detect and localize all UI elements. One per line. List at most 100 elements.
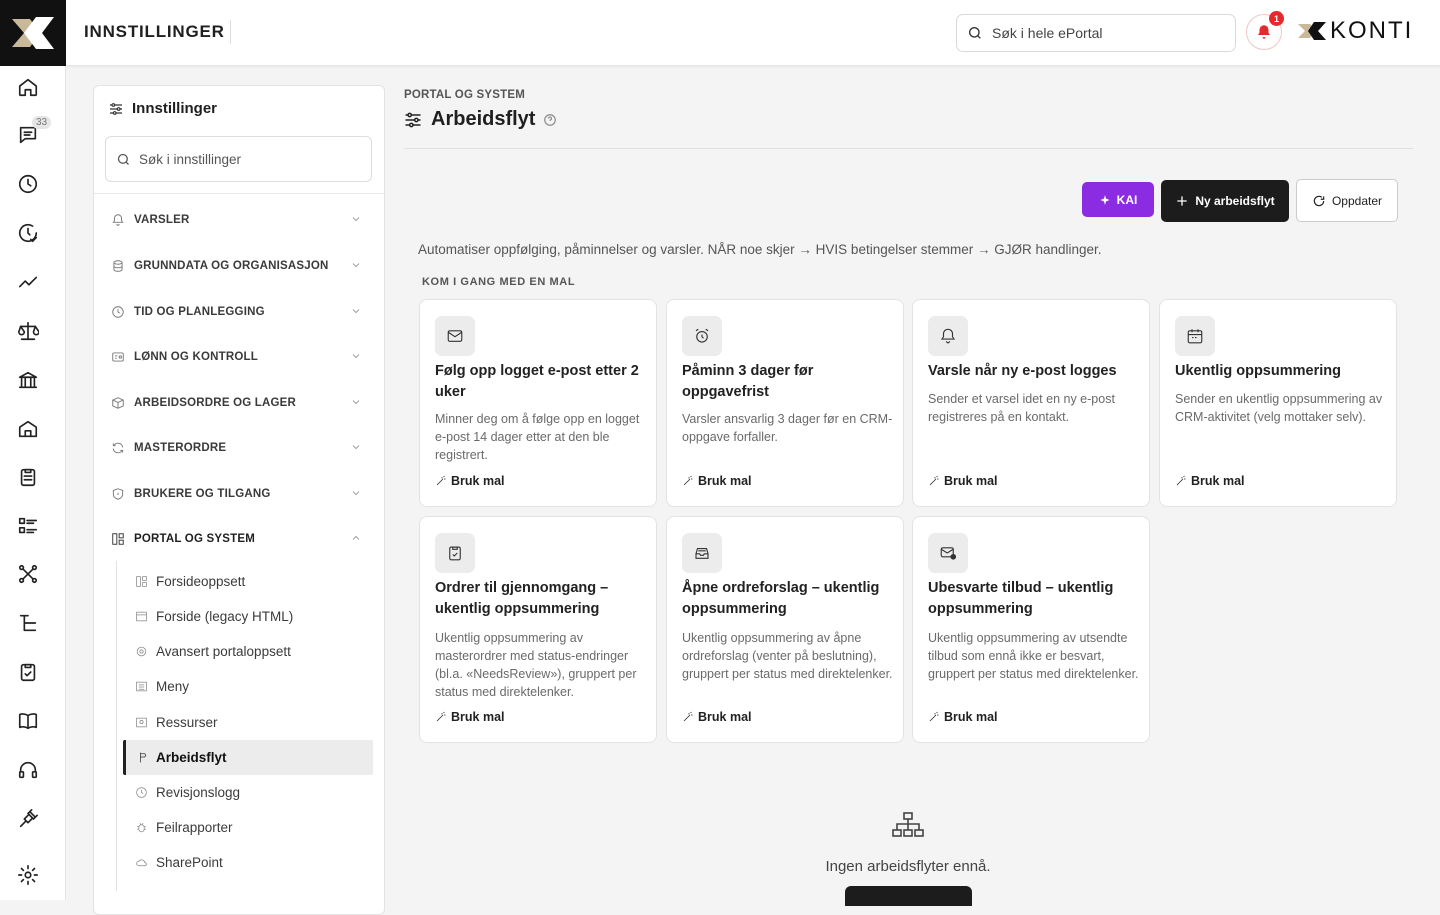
nodes-icon[interactable] bbox=[15, 561, 41, 587]
sub-item-arbeidsflyt[interactable]: Arbeidsflyt bbox=[134, 747, 227, 767]
panel-header: Innstillinger bbox=[108, 100, 217, 117]
template-description: Sender et varsel idet en ny e-post regis… bbox=[928, 392, 1115, 424]
use-template-button[interactable]: Bruk mal bbox=[928, 710, 998, 724]
magic-wand-icon bbox=[683, 711, 693, 722]
section-label: GRUNNDATA OG ORGANISASJON bbox=[134, 260, 329, 272]
header-divider bbox=[230, 20, 231, 44]
template-card[interactable]: Ukentlig oppsummering Sender en ukentlig… bbox=[1159, 299, 1397, 507]
app-logo[interactable] bbox=[0, 0, 66, 66]
template-title: Følg opp logget e-post etter 2 uker bbox=[435, 363, 639, 400]
chevron-down-icon bbox=[350, 350, 364, 364]
template-title: Åpne ordreforslag – ukentlig oppsummerin… bbox=[682, 580, 880, 617]
chevron-down-icon bbox=[350, 396, 364, 410]
magic-wand-icon bbox=[1176, 475, 1186, 486]
building-icon[interactable] bbox=[15, 416, 41, 442]
brand-name: KONTI bbox=[1330, 17, 1414, 44]
sub-item-feilrapporter[interactable]: Feilrapporter bbox=[134, 817, 233, 837]
template-card[interactable]: Åpne ordreforslag – ukentlig oppsummerin… bbox=[666, 516, 904, 743]
panel-divider bbox=[94, 193, 384, 194]
section-grunndata[interactable]: GRUNNDATA OG ORGANISASJON bbox=[110, 255, 370, 277]
use-template-label: Bruk mal bbox=[944, 710, 998, 724]
bank-icon[interactable] bbox=[15, 367, 41, 393]
new-workflow-label: Ny arbeidsflyt bbox=[1195, 194, 1275, 208]
sub-item-avansert[interactable]: Avansert portaloppsett bbox=[134, 641, 291, 661]
section-lonn[interactable]: LØNN OG KONTROLL bbox=[110, 346, 370, 368]
clock-icon[interactable] bbox=[15, 171, 41, 197]
clock-check-icon[interactable] bbox=[15, 220, 41, 246]
notification-badge: 1 bbox=[1269, 11, 1284, 26]
sub-item-meny[interactable]: Meny bbox=[134, 676, 189, 696]
section-portal[interactable]: PORTAL OG SYSTEM bbox=[110, 528, 370, 550]
section-label: TID OG PLANLEGGING bbox=[134, 306, 265, 318]
sparkle-icon bbox=[1100, 194, 1110, 205]
template-description: Ukentlig oppsummering av åpne ordreforsl… bbox=[682, 631, 893, 681]
mail-icon bbox=[435, 316, 475, 356]
use-template-button[interactable]: Bruk mal bbox=[682, 710, 752, 724]
update-button[interactable]: Oppdater bbox=[1296, 179, 1398, 222]
sub-item-forsideoppsett[interactable]: Forsideoppsett bbox=[134, 571, 245, 591]
template-card[interactable]: Påminn 3 dager før oppgavefrist Varsler … bbox=[666, 299, 904, 507]
global-search-input[interactable]: Søk i hele ePortal bbox=[956, 14, 1236, 52]
bell-icon bbox=[928, 316, 968, 356]
scale-icon[interactable] bbox=[15, 318, 41, 344]
plug-icon[interactable] bbox=[15, 806, 41, 832]
new-workflow-button[interactable]: Ny arbeidsflyt bbox=[1161, 180, 1289, 222]
refresh-icon bbox=[110, 440, 126, 456]
list-icon[interactable] bbox=[15, 513, 41, 539]
use-template-button[interactable]: Bruk mal bbox=[435, 710, 505, 724]
sliders-icon bbox=[110, 102, 122, 115]
history-icon bbox=[134, 785, 148, 799]
empty-state-button[interactable] bbox=[845, 886, 972, 906]
section-varsler[interactable]: VARSLER bbox=[110, 209, 370, 231]
section-masterordre[interactable]: MASTERORDRE bbox=[110, 437, 370, 459]
search-icon bbox=[969, 27, 981, 39]
sitemap-icon bbox=[892, 812, 924, 837]
sub-item-label: Avansert portaloppsett bbox=[156, 643, 291, 659]
settings-search-input[interactable]: Søk i innstillinger bbox=[105, 136, 372, 182]
template-description: Ukentlig oppsummering av utsendte tilbud… bbox=[928, 631, 1139, 681]
hierarchy-icon[interactable] bbox=[15, 610, 41, 636]
trend-icon[interactable] bbox=[15, 269, 41, 295]
sub-item-sharepoint[interactable]: SharePoint bbox=[134, 852, 223, 872]
template-card[interactable]: Følg opp logget e-post etter 2 uker Minn… bbox=[419, 299, 657, 507]
sub-item-forside-legacy[interactable]: Forside (legacy HTML) bbox=[134, 606, 293, 626]
use-template-button[interactable]: Bruk mal bbox=[928, 474, 998, 488]
section-arbeidsordre[interactable]: ARBEIDSORDRE OG LAGER bbox=[110, 392, 370, 414]
section-brukere[interactable]: BRUKERE OG TILGANG bbox=[110, 483, 370, 505]
headset-icon[interactable] bbox=[15, 757, 41, 783]
use-template-label: Bruk mal bbox=[698, 474, 752, 488]
sub-item-ressurser[interactable]: Ressurser bbox=[134, 712, 218, 732]
sub-item-label: Forside (legacy HTML) bbox=[156, 608, 294, 624]
brand-logo: KONTI bbox=[1298, 17, 1413, 45]
kai-button-label: KAI bbox=[1116, 192, 1138, 207]
template-title: Ubesvarte tilbud – ukentlig oppsummering bbox=[928, 580, 1114, 617]
section-tid[interactable]: TID OG PLANLEGGING bbox=[110, 301, 370, 323]
settings-panel: Innstillinger Søk i innstillinger VARSLE… bbox=[93, 85, 385, 915]
refresh-icon bbox=[1313, 195, 1325, 206]
kai-button[interactable]: KAI bbox=[1082, 182, 1154, 217]
use-template-label: Bruk mal bbox=[944, 474, 998, 488]
template-description: Sender en ukentlig oppsummering av CRM-a… bbox=[1175, 392, 1383, 424]
template-card[interactable]: Varsle når ny e-post logges Sender et va… bbox=[912, 299, 1150, 507]
panel-title: Innstillinger bbox=[132, 100, 218, 117]
clipboard-icon[interactable] bbox=[15, 464, 41, 490]
help-icon[interactable] bbox=[543, 113, 557, 127]
magic-wand-icon bbox=[929, 711, 939, 722]
plus-icon bbox=[1177, 196, 1187, 206]
magic-wand-icon bbox=[683, 475, 693, 486]
home-icon[interactable] bbox=[15, 74, 41, 100]
bell-icon bbox=[110, 212, 126, 228]
use-template-button[interactable]: Bruk mal bbox=[1175, 474, 1245, 488]
gear-icon[interactable] bbox=[15, 862, 41, 888]
gear-icon bbox=[134, 644, 148, 658]
settings-search-placeholder: Søk i innstillinger bbox=[139, 151, 242, 167]
clipboard-check-icon[interactable] bbox=[15, 659, 41, 685]
book-icon[interactable] bbox=[15, 708, 41, 734]
clock-icon bbox=[110, 304, 126, 320]
use-template-button[interactable]: Bruk mal bbox=[682, 474, 752, 488]
sub-item-revisjonslogg[interactable]: Revisjonslogg bbox=[134, 782, 240, 802]
use-template-button[interactable]: Bruk mal bbox=[435, 474, 505, 488]
template-card[interactable]: Ubesvarte tilbud – ukentlig oppsummering… bbox=[912, 516, 1150, 743]
template-card[interactable]: Ordrer til gjennomgang – ukentlig oppsum… bbox=[419, 516, 657, 743]
submenu-guide-line bbox=[116, 561, 117, 891]
